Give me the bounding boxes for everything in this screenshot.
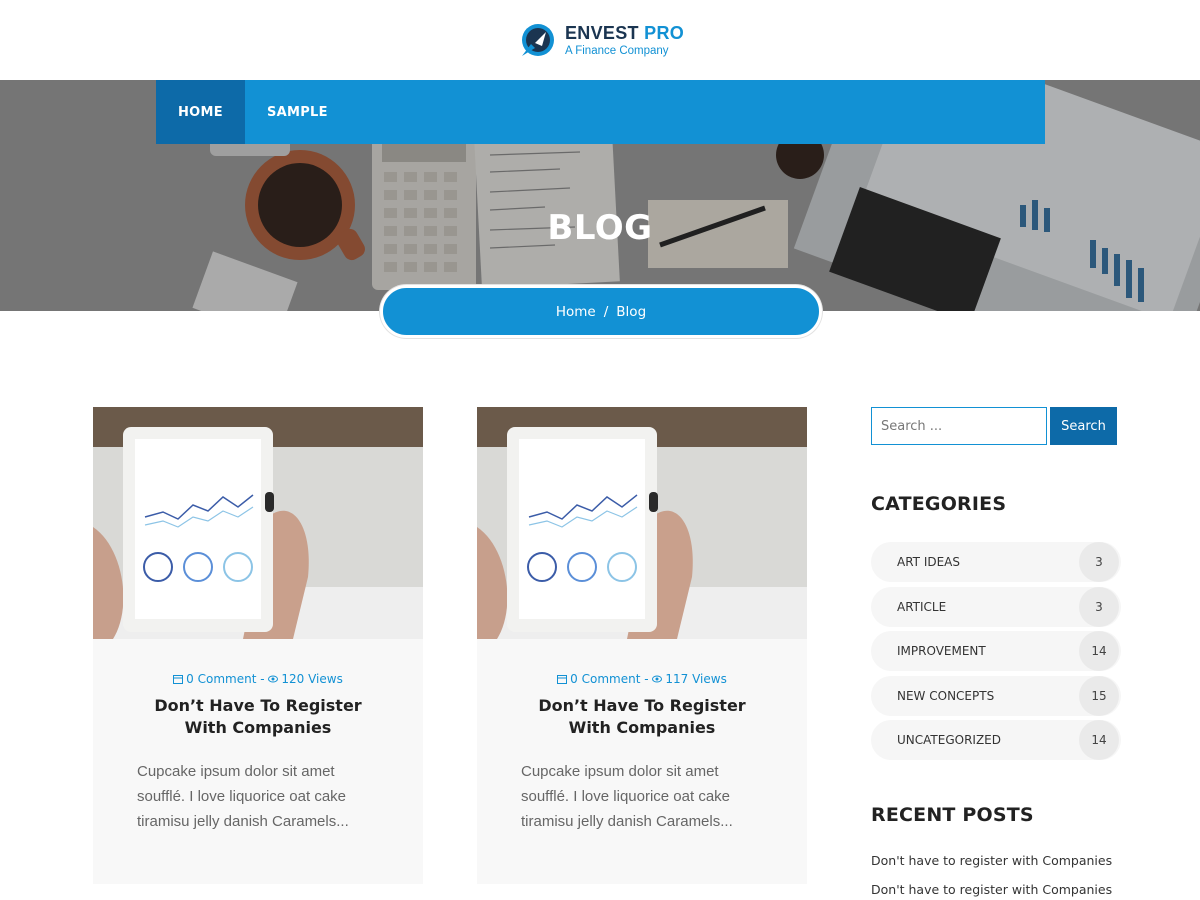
categories-heading: CATEGORIES: [871, 493, 1007, 515]
recent-posts-heading: RECENT POSTS: [871, 804, 1034, 826]
brand-tagline: A Finance Company: [565, 44, 669, 57]
post-title[interactable]: Don’t Have To Register With Companies: [133, 695, 383, 739]
site-logo[interactable]: ENVEST PRO A Finance Company: [519, 22, 684, 59]
category-item[interactable]: ARTICLE 3: [871, 586, 1121, 627]
post-meta: 0 Comment - 117 Views: [477, 672, 807, 686]
nav-item-home[interactable]: HOME: [156, 80, 245, 144]
breadcrumb-current: Blog: [616, 303, 647, 320]
post-view-count: 120 Views: [281, 672, 343, 686]
post-title[interactable]: Don’t Have To Register With Companies: [517, 695, 767, 739]
category-count: 14: [1079, 720, 1119, 760]
breadcrumb: Home / Blog: [380, 285, 822, 338]
category-label: ART IDEAS: [897, 555, 961, 569]
category-item[interactable]: ART IDEAS 3: [871, 542, 1121, 582]
category-item[interactable]: IMPROVEMENT 14: [871, 631, 1121, 671]
brand-name: ENVEST PRO: [565, 24, 684, 42]
post-thumbnail[interactable]: [477, 407, 807, 639]
main-nav: HOME SAMPLE: [156, 80, 1045, 144]
post-card: 0 Comment - 117 Views Don’t Have To Regi…: [477, 407, 807, 884]
category-item[interactable]: UNCATEGORIZED 14: [871, 720, 1121, 760]
post-meta: 0 Comment - 120 Views: [93, 672, 423, 686]
search-input[interactable]: [871, 407, 1047, 445]
breadcrumb-separator: /: [603, 303, 609, 320]
category-count: 14: [1079, 631, 1119, 671]
category-count: 15: [1079, 675, 1119, 716]
logo-mark-icon: [522, 24, 554, 56]
post-excerpt: Cupcake ipsum dolor sit amet soufflé. I …: [137, 763, 349, 830]
brand-name-main: ENVEST: [565, 22, 639, 43]
nav-item-sample[interactable]: SAMPLE: [245, 80, 350, 144]
category-item[interactable]: NEW CONCEPTS 15: [871, 675, 1121, 716]
categories-list: ART IDEAS 3 ARTICLE 3 IMPROVEMENT 14 NEW…: [871, 542, 1121, 765]
post-comment-count[interactable]: 0 Comment -: [570, 672, 648, 686]
recent-post-link[interactable]: Don't have to register with Companies: [871, 853, 1131, 882]
category-count: 3: [1079, 586, 1119, 627]
category-label: ARTICLE: [897, 599, 947, 614]
recent-posts-list: Don't have to register with Companies Do…: [871, 853, 1131, 900]
brand-name-accent: PRO: [644, 22, 685, 43]
post-card: 0 Comment - 120 Views Don’t Have To Regi…: [93, 407, 423, 884]
calendar-icon: [557, 675, 568, 684]
recent-post-link[interactable]: Don't have to register with Companies: [871, 882, 1131, 900]
post-comment-count[interactable]: 0 Comment -: [186, 672, 264, 686]
category-label: NEW CONCEPTS: [897, 688, 995, 703]
calendar-icon: [173, 675, 184, 684]
category-label: UNCATEGORIZED: [897, 733, 1001, 747]
site-header: ENVEST PRO A Finance Company: [0, 0, 1200, 80]
breadcrumb-home-link[interactable]: Home: [556, 304, 596, 320]
post-view-count: 117 Views: [665, 672, 727, 686]
search-button[interactable]: Search: [1050, 407, 1117, 445]
eye-icon: [268, 675, 279, 683]
eye-icon: [652, 675, 663, 683]
post-thumbnail[interactable]: [93, 407, 423, 639]
page-title: BLOG: [547, 208, 653, 248]
category-label: IMPROVEMENT: [897, 644, 986, 658]
category-count: 3: [1079, 542, 1119, 582]
post-excerpt: Cupcake ipsum dolor sit amet soufflé. I …: [521, 763, 733, 830]
